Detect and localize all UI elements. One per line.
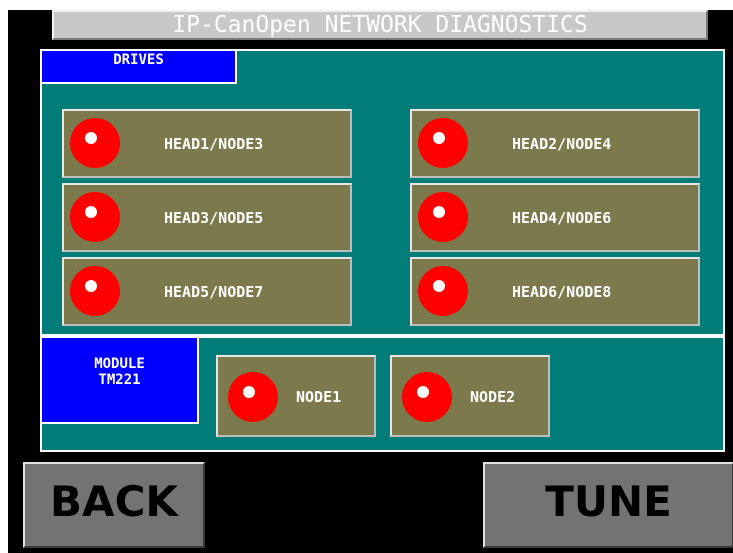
status-led-icon [418, 266, 468, 316]
node-label: HEAD1/NODE3 [164, 135, 264, 153]
node-label: HEAD3/NODE5 [164, 209, 264, 227]
drives-panel: DRIVES HEAD1/NODE3 HEAD2/NODE4 HEAD3/NOD… [40, 49, 725, 336]
node-label: NODE1 [296, 388, 342, 406]
status-led-icon [70, 192, 120, 242]
node-button-head2-node4[interactable]: HEAD2/NODE4 [410, 109, 700, 178]
hmi-screen: IP-CanOpen NETWORK DIAGNOSTICS DRIVES HE… [8, 10, 733, 553]
status-led-icon [418, 192, 468, 242]
tune-button[interactable]: TUNE [483, 462, 733, 548]
node-button-node1[interactable]: NODE1 [216, 355, 376, 437]
status-led-icon [70, 118, 120, 168]
module-panel: MODULE TM221 NODE1 NODE2 [40, 336, 725, 452]
node-label: HEAD6/NODE8 [512, 283, 612, 301]
status-led-icon [418, 118, 468, 168]
node-button-head1-node3[interactable]: HEAD1/NODE3 [62, 109, 352, 178]
node-label: HEAD2/NODE4 [512, 135, 612, 153]
node-label: HEAD4/NODE6 [512, 209, 612, 227]
page-title: IP-CanOpen NETWORK DIAGNOSTICS [52, 10, 708, 40]
status-led-icon [228, 372, 278, 422]
back-button[interactable]: BACK [23, 462, 205, 548]
module-tab-label: MODULE TM221 [42, 338, 199, 424]
node-button-head5-node7[interactable]: HEAD5/NODE7 [62, 257, 352, 326]
drives-tab-label: DRIVES [42, 51, 237, 84]
node-label: NODE2 [470, 388, 516, 406]
status-led-icon [70, 266, 120, 316]
node-button-head4-node6[interactable]: HEAD4/NODE6 [410, 183, 700, 252]
node-button-head3-node5[interactable]: HEAD3/NODE5 [62, 183, 352, 252]
module-tab-line1: MODULE [94, 356, 145, 372]
node-label: HEAD5/NODE7 [164, 283, 264, 301]
node-button-node2[interactable]: NODE2 [390, 355, 550, 437]
status-led-icon [402, 372, 452, 422]
module-tab-line2: TM221 [98, 372, 141, 388]
node-button-head6-node8[interactable]: HEAD6/NODE8 [410, 257, 700, 326]
